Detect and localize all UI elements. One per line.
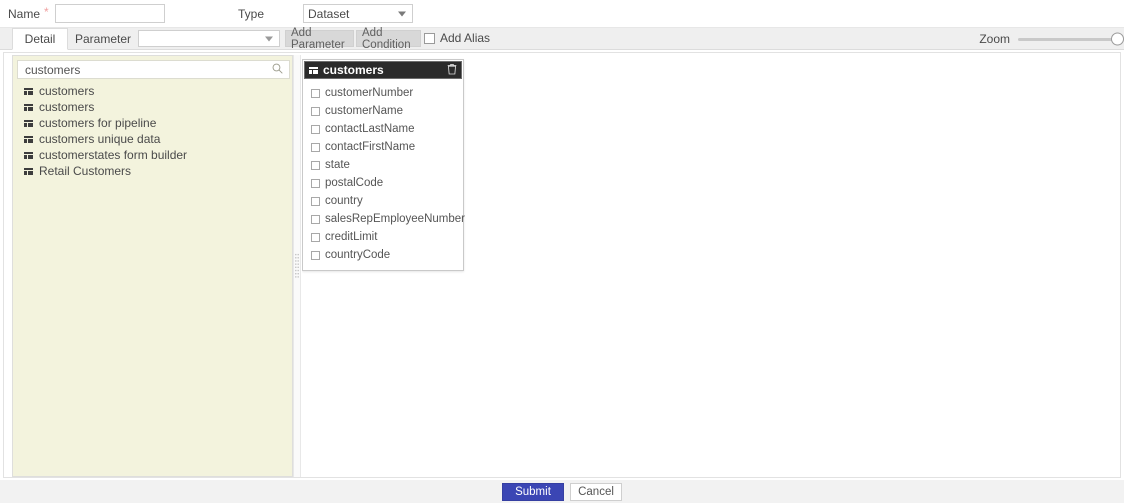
column-checkbox[interactable] <box>311 178 320 188</box>
table-column-row[interactable]: customerName <box>303 102 463 120</box>
footer-bar: Submit Cancel <box>0 480 1124 503</box>
zoom-slider-handle[interactable] <box>1111 32 1124 46</box>
table-icon <box>309 66 318 74</box>
list-item-label: customerstates form builder <box>39 148 188 162</box>
table-card-header[interactable]: customers <box>304 61 462 79</box>
toolbar: Detail Parameter Add Parameter Add Condi… <box>0 27 1124 51</box>
add-alias-label: Add Alias <box>440 31 491 45</box>
editor-body: customers customers customers for pipeli… <box>3 52 1121 478</box>
table-column-row[interactable]: state <box>303 156 463 174</box>
column-label: customerName <box>325 105 403 117</box>
panel-splitter[interactable] <box>293 55 301 477</box>
column-checkbox[interactable] <box>311 160 320 170</box>
tab-detail[interactable]: Detail <box>12 28 68 50</box>
add-parameter-button[interactable]: Add Parameter <box>285 27 354 51</box>
list-item[interactable]: customers unique data <box>13 131 294 147</box>
type-select[interactable]: Dataset <box>303 4 413 23</box>
add-alias-control[interactable]: Add Alias <box>424 31 490 45</box>
delete-table-icon[interactable] <box>447 63 457 78</box>
dataset-editor-window: Name * Type Dataset Detail Parameter Add… <box>0 0 1124 503</box>
column-checkbox[interactable] <box>311 106 320 116</box>
dataset-list: customers customers customers for pipeli… <box>13 83 294 179</box>
column-label: country <box>325 195 363 207</box>
add-parameter-label: Add Parameter <box>291 26 345 51</box>
list-item-label: customers unique data <box>39 132 161 146</box>
tab-detail-label: Detail <box>24 32 56 46</box>
table-icon <box>24 135 33 143</box>
table-icon <box>24 167 33 175</box>
add-alias-checkbox[interactable] <box>424 32 435 44</box>
required-asterisk-icon: * <box>44 5 49 19</box>
zoom-slider-track[interactable] <box>1018 32 1124 46</box>
submit-button[interactable]: Submit <box>502 482 564 501</box>
column-checkbox[interactable] <box>311 124 320 134</box>
column-label: contactLastName <box>325 123 415 135</box>
dataset-source-panel: customers customers customers for pipeli… <box>12 55 293 477</box>
table-column-row[interactable]: country <box>303 192 463 210</box>
type-label: Type <box>238 7 265 21</box>
column-checkbox[interactable] <box>311 214 320 224</box>
list-item-label: customers <box>39 100 95 114</box>
search-input[interactable] <box>23 61 263 78</box>
tab-parameter-label: Parameter <box>74 32 132 46</box>
table-icon <box>24 87 33 95</box>
column-label: postalCode <box>325 177 384 189</box>
name-input[interactable] <box>55 4 165 23</box>
add-condition-label: Add Condition <box>362 26 411 51</box>
table-card-customers[interactable]: customers customerNumber customerName co… <box>302 59 465 271</box>
parameter-select[interactable] <box>138 30 280 47</box>
query-canvas[interactable]: customers customerNumber customerName co… <box>302 55 1118 477</box>
search-box[interactable] <box>17 60 290 79</box>
list-item[interactable]: customers <box>13 83 294 99</box>
column-checkbox[interactable] <box>311 196 320 206</box>
table-column-row[interactable]: salesRepEmployeeNumber <box>303 210 465 228</box>
column-checkbox[interactable] <box>311 88 320 98</box>
cancel-label: Cancel <box>578 485 614 498</box>
search-icon <box>272 63 283 77</box>
column-label: countryCode <box>325 249 391 261</box>
tab-parameter[interactable]: Parameter <box>72 28 134 50</box>
table-column-row[interactable]: customerNumber <box>303 84 463 102</box>
list-item-label: Retail Customers <box>39 164 132 178</box>
list-item-label: customers <box>39 84 95 98</box>
table-icon <box>24 151 33 159</box>
header-bar: Name * Type Dataset <box>0 0 1124 28</box>
column-label: creditLimit <box>325 231 378 243</box>
zoom-label: Zoom <box>979 32 1010 46</box>
column-label: contactFirstName <box>325 141 416 153</box>
table-column-row[interactable]: postalCode <box>303 174 463 192</box>
table-column-row[interactable]: creditLimit <box>303 228 463 246</box>
name-label: Name <box>8 7 41 21</box>
table-card-title: customers <box>323 63 384 77</box>
column-label: customerNumber <box>325 87 414 99</box>
list-item[interactable]: Retail Customers <box>13 163 294 179</box>
table-icon <box>24 119 33 127</box>
column-label: salesRepEmployeeNumber <box>325 213 465 225</box>
submit-label: Submit <box>515 485 551 498</box>
column-checkbox[interactable] <box>311 142 320 152</box>
table-column-row[interactable]: contactFirstName <box>303 138 463 156</box>
table-icon <box>24 103 33 111</box>
table-column-row[interactable]: contactLastName <box>303 120 463 138</box>
splitter-grip-icon <box>294 253 300 279</box>
column-checkbox[interactable] <box>311 250 320 260</box>
table-column-list: customerNumber customerName contactLastN… <box>303 80 465 270</box>
type-select-value: Dataset <box>308 6 350 21</box>
chevron-down-icon <box>398 11 406 16</box>
list-item-label: customers for pipeline <box>39 116 157 130</box>
cancel-button[interactable]: Cancel <box>570 482 622 501</box>
chevron-down-icon <box>265 36 273 41</box>
column-checkbox[interactable] <box>311 232 320 242</box>
table-column-row[interactable]: countryCode <box>303 246 463 264</box>
list-item[interactable]: customers <box>13 99 294 115</box>
list-item[interactable]: customers for pipeline <box>13 115 294 131</box>
add-condition-button[interactable]: Add Condition <box>356 27 421 51</box>
list-item[interactable]: customerstates form builder <box>13 147 294 163</box>
column-label: state <box>325 159 350 171</box>
zoom-control[interactable]: Zoom <box>979 32 1124 46</box>
